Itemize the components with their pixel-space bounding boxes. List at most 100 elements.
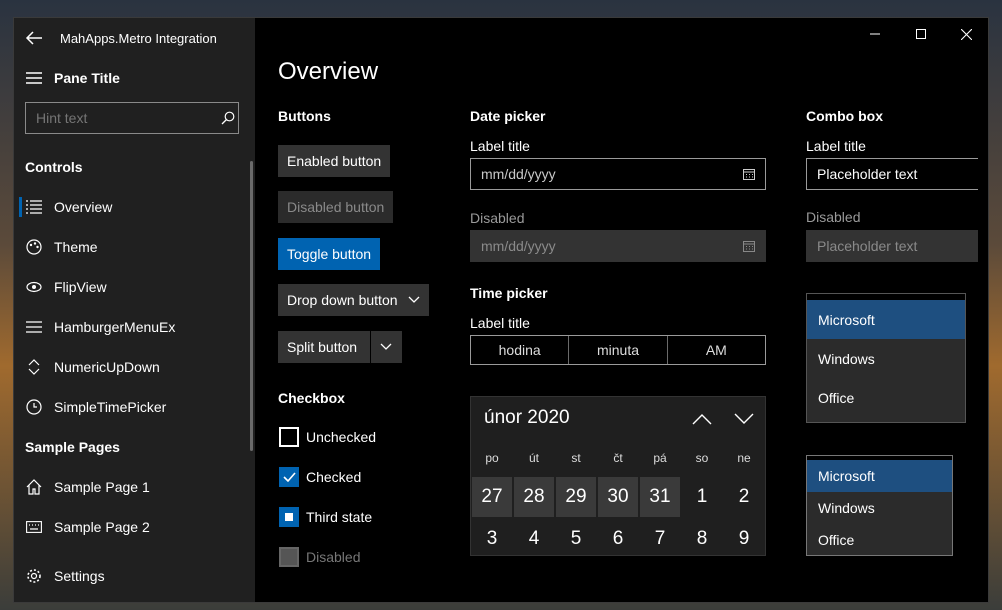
group-header-controls: Controls bbox=[14, 147, 255, 187]
gear-icon bbox=[14, 568, 54, 584]
checked-checkbox[interactable] bbox=[279, 467, 299, 487]
split-button-label[interactable]: Split button bbox=[278, 339, 370, 355]
drop-down-button[interactable]: Drop down button bbox=[278, 284, 429, 316]
calendar-day[interactable]: 28 bbox=[514, 477, 554, 517]
nav-item-label: HamburgerMenuEx bbox=[54, 319, 176, 335]
combo-item[interactable]: Office bbox=[807, 378, 965, 417]
combo-item[interactable]: Microsoft bbox=[807, 460, 952, 492]
combo-item[interactable]: Office bbox=[807, 524, 952, 555]
toggle-button[interactable]: Toggle button bbox=[278, 238, 381, 270]
calendar-day[interactable]: 8 bbox=[682, 519, 722, 555]
hour-selector[interactable]: hodina bbox=[471, 336, 570, 364]
content-area: Overview Buttons Enabled button Disabled… bbox=[255, 18, 988, 602]
split-divider bbox=[370, 331, 371, 363]
hamburger-icon bbox=[14, 321, 54, 333]
chevron-up-icon bbox=[692, 414, 712, 425]
combo-placeholder: Placeholder text bbox=[817, 166, 918, 182]
nav-item-label: NumericUpDown bbox=[54, 359, 160, 375]
combo-placeholder: Placeholder text bbox=[817, 238, 918, 254]
group-header-label: Sample Pages bbox=[25, 439, 120, 455]
nav-item-settings[interactable]: Settings bbox=[14, 556, 255, 596]
nav-item-sample-page-2[interactable]: Sample Page 2 bbox=[14, 507, 255, 547]
time-picker-label: Label title bbox=[470, 315, 530, 331]
combo-item[interactable]: Windows bbox=[807, 339, 965, 378]
nav-item-label: Overview bbox=[54, 199, 113, 215]
nav-item-numericupdown[interactable]: NumericUpDown bbox=[14, 347, 255, 387]
calendar-day[interactable]: 31 bbox=[640, 477, 680, 517]
search-input[interactable] bbox=[26, 110, 217, 126]
disabled-combo-box[interactable]: Placeholder text bbox=[806, 230, 978, 262]
pane-scrollbar[interactable] bbox=[250, 161, 253, 451]
group-header-label: Controls bbox=[25, 159, 83, 175]
nav-item-overview[interactable]: Overview bbox=[14, 187, 255, 227]
combo-item[interactable]: Windows bbox=[807, 492, 952, 524]
disabled-date-picker-field[interactable]: mm/dd/yyyy bbox=[470, 230, 766, 262]
back-arrow-icon bbox=[25, 31, 42, 45]
day-of-week: po bbox=[485, 451, 499, 465]
drop-down-label: Drop down button bbox=[287, 292, 398, 308]
page-title: Overview bbox=[278, 58, 379, 85]
nav-item-sample-page-1[interactable]: Sample Page 1 bbox=[14, 467, 255, 507]
period-selector[interactable]: AM bbox=[668, 336, 765, 364]
navigation-pane: MahApps.Metro Integration Pane Title Con… bbox=[14, 18, 255, 602]
split-button[interactable]: Split button bbox=[278, 331, 402, 363]
chevron-down-icon bbox=[408, 296, 420, 303]
time-picker-header: Time picker bbox=[470, 285, 548, 301]
calendar-day[interactable]: 5 bbox=[556, 519, 596, 555]
checkbox-label: Disabled bbox=[306, 549, 361, 565]
disabled-button[interactable]: Disabled button bbox=[278, 191, 394, 223]
buttons-header: Buttons bbox=[278, 108, 331, 124]
nav-item-simpletimepicker[interactable]: SimpleTimePicker bbox=[14, 387, 255, 427]
unchecked-checkbox[interactable] bbox=[279, 427, 299, 447]
day-of-week: čt bbox=[613, 451, 623, 465]
calendar-day[interactable]: 9 bbox=[724, 519, 764, 555]
combo-box[interactable]: Placeholder text bbox=[806, 158, 978, 190]
search-icon[interactable] bbox=[217, 111, 238, 125]
day-of-week: pá bbox=[653, 451, 667, 465]
date-picker-field[interactable]: mm/dd/yyyy bbox=[470, 158, 766, 190]
calendar-icon bbox=[743, 169, 755, 180]
nav-item-hamburgermenuex[interactable]: HamburgerMenuEx bbox=[14, 307, 255, 347]
disabled-date-label: Disabled bbox=[470, 210, 525, 226]
enabled-button[interactable]: Enabled button bbox=[278, 145, 391, 177]
time-picker[interactable]: hodina minuta AM bbox=[470, 335, 766, 365]
calendar-day[interactable]: 6 bbox=[598, 519, 638, 555]
previous-month-button[interactable] bbox=[690, 407, 714, 431]
combo-box-label: Label title bbox=[806, 138, 866, 154]
checkbox-header: Checkbox bbox=[278, 390, 345, 406]
calendar-day[interactable]: 29 bbox=[556, 477, 596, 517]
calendar-day[interactable]: 1 bbox=[682, 477, 722, 517]
checkbox-label: Checked bbox=[306, 469, 362, 485]
chevron-down-icon bbox=[734, 413, 754, 424]
indeterminate-square-icon bbox=[285, 513, 293, 521]
next-month-button[interactable] bbox=[732, 407, 756, 431]
eye-icon bbox=[14, 281, 54, 293]
nav-item-label: Sample Page 2 bbox=[54, 519, 150, 535]
nav-item-theme[interactable]: Theme bbox=[14, 227, 255, 267]
date-picker-header: Date picker bbox=[470, 108, 546, 124]
keyboard-icon bbox=[14, 521, 54, 533]
third-state-checkbox[interactable] bbox=[279, 507, 299, 527]
pane-title: Pane Title bbox=[54, 70, 120, 86]
nav-item-flipview[interactable]: FlipView bbox=[14, 267, 255, 307]
clock-icon bbox=[14, 399, 54, 415]
home-icon bbox=[14, 479, 54, 495]
calendar-day[interactable]: 27 bbox=[472, 477, 512, 517]
app-window: MahApps.Metro Integration Pane Title Con… bbox=[13, 17, 989, 603]
search-box[interactable] bbox=[25, 102, 239, 134]
minute-selector[interactable]: minuta bbox=[569, 336, 668, 364]
calendar-month-header[interactable]: únor 2020 bbox=[484, 407, 570, 429]
combo-item[interactable]: Microsoft bbox=[807, 300, 965, 339]
nav-item-label: SimpleTimePicker bbox=[54, 399, 167, 415]
calendar-day[interactable]: 7 bbox=[640, 519, 680, 555]
split-button-dropdown[interactable] bbox=[370, 343, 402, 351]
calendar-view: únor 2020 po út st čt pá so ne 27 28 29 … bbox=[470, 396, 766, 556]
calendar-day[interactable]: 2 bbox=[724, 477, 764, 517]
back-button[interactable] bbox=[14, 18, 54, 58]
disabled-checkbox[interactable] bbox=[279, 547, 299, 567]
pane-toggle-button[interactable]: Pane Title bbox=[14, 58, 255, 98]
nav-item-label: Theme bbox=[54, 239, 98, 255]
calendar-day[interactable]: 30 bbox=[598, 477, 638, 517]
calendar-day[interactable]: 4 bbox=[514, 519, 554, 555]
calendar-day[interactable]: 3 bbox=[472, 519, 512, 555]
